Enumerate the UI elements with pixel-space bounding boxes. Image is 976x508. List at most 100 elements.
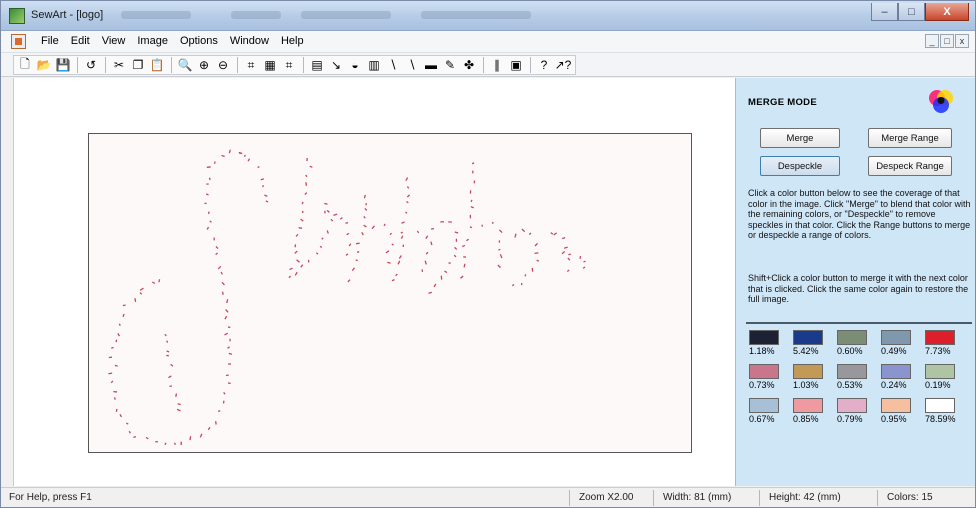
color-swatch-button[interactable]: 0.60%	[837, 330, 867, 356]
color-swatch-button[interactable]: 0.73%	[749, 364, 779, 390]
merge-tool-button[interactable]: ▥	[365, 56, 383, 74]
maximize-button[interactable]: □	[898, 3, 925, 21]
stitch-mark	[563, 246, 568, 249]
stitch-mark	[568, 253, 572, 256]
menu-options[interactable]: Options	[174, 35, 224, 47]
eraser-tool-button[interactable]: ▬	[422, 56, 440, 74]
context-help-tool-button[interactable]: ↗?	[554, 56, 572, 74]
color-swatch-button[interactable]: 1.18%	[749, 330, 779, 356]
stitch-mark	[225, 309, 229, 313]
despeck-range-button[interactable]: Despeck Range	[868, 156, 952, 176]
color-swatch-button[interactable]: 1.03%	[793, 364, 823, 390]
open-tool-button[interactable]: 📂	[35, 56, 53, 74]
pen-icon: ∖	[389, 58, 397, 72]
mdi-minimize-button[interactable]: _	[925, 34, 939, 48]
menu-window[interactable]: Window	[224, 35, 275, 47]
new-tool-button[interactable]: 🗋	[16, 56, 34, 74]
color-swatch-button[interactable]: 0.53%	[837, 364, 867, 390]
zoom-out-tool-button[interactable]: ⊖	[214, 56, 232, 74]
toolbar-separator	[483, 57, 484, 73]
paste-tool-button[interactable]: 📋	[148, 56, 166, 74]
help-tool-button[interactable]: ?	[535, 56, 553, 74]
menu-image[interactable]: Image	[131, 35, 174, 47]
color-chip	[837, 364, 867, 379]
save-tool-button[interactable]: 💾	[54, 56, 72, 74]
color-swatch-button[interactable]: 0.95%	[881, 398, 911, 424]
stitch-mark	[397, 260, 401, 265]
color-swatch-button[interactable]: 78.59%	[925, 398, 956, 424]
color-swatch-button[interactable]: 0.85%	[793, 398, 823, 424]
color-swatch-button[interactable]: 0.24%	[881, 364, 911, 390]
copy-icon: ❐	[132, 58, 144, 72]
stitch-mark	[391, 279, 395, 282]
color-swatch-button[interactable]: 5.42%	[793, 330, 823, 356]
stitch-mark	[173, 442, 176, 445]
undo-tool-button[interactable]: ↺	[82, 56, 100, 74]
document-icon[interactable]	[11, 34, 26, 49]
grid-icon: ⌗	[285, 57, 293, 72]
menu-help[interactable]: Help	[275, 35, 310, 47]
resize-icon: ▦	[264, 58, 276, 72]
color-swatch-button[interactable]: 0.19%	[925, 364, 955, 390]
stitch-mark	[175, 393, 178, 398]
posterize-tool-button[interactable]: ▤	[308, 56, 326, 74]
toolbar-separator	[237, 57, 238, 73]
color-swatch-button[interactable]: 0.79%	[837, 398, 867, 424]
stitch-mark	[470, 205, 474, 209]
despeckle-button[interactable]: Despeckle	[760, 156, 840, 176]
copy-tool-button[interactable]: ❐	[129, 56, 147, 74]
menu-file[interactable]: File	[35, 35, 65, 47]
zoom-fit-tool-button[interactable]: 🔍	[176, 56, 194, 74]
stitch-mark	[265, 200, 269, 203]
stitch-mark	[139, 292, 143, 295]
stitch-tool-button[interactable]: ✤	[460, 56, 478, 74]
crop-tool-button[interactable]: ⌗	[242, 56, 260, 74]
stitch-mark	[199, 433, 203, 438]
stitch-mark	[383, 223, 386, 227]
fill-tool-button[interactable]: ◒	[346, 56, 364, 74]
resize-tool-button[interactable]: ▦	[261, 56, 279, 74]
stitch-mark	[115, 339, 118, 343]
color-chip	[881, 330, 911, 345]
sewing-machine-tool-button[interactable]: ▣	[507, 56, 525, 74]
color-swatch-button[interactable]: 0.49%	[881, 330, 911, 356]
stitch-mark	[536, 259, 540, 262]
stitch-mark	[139, 287, 144, 291]
grid-tool-button[interactable]: ⌗	[280, 56, 298, 74]
merge-button[interactable]: Merge	[760, 128, 840, 148]
image-canvas[interactable]	[88, 133, 692, 453]
stitch-mark	[363, 194, 366, 199]
title-bar[interactable]: SewArt - [logo] – □ X	[1, 1, 975, 31]
zoom-in-tool-button[interactable]: ⊕	[195, 56, 213, 74]
stitch-mark	[355, 242, 360, 245]
color-chip	[925, 330, 955, 345]
minimize-button[interactable]: –	[871, 3, 898, 21]
canvas-area[interactable]	[13, 78, 735, 486]
mdi-close-button[interactable]: x	[955, 34, 969, 48]
columns-tool-button[interactable]: ∥	[488, 56, 506, 74]
stitch-mark	[466, 238, 470, 242]
cut-icon: ✂	[113, 58, 125, 72]
stitch-mark	[221, 154, 225, 157]
context-help-icon: ↗?	[554, 58, 572, 72]
color-swatch-button[interactable]: 0.67%	[749, 398, 779, 424]
menu-edit[interactable]: Edit	[65, 35, 96, 47]
cut-tool-button[interactable]: ✂	[110, 56, 128, 74]
close-button[interactable]: X	[925, 3, 969, 21]
pencil-tool-button[interactable]: ✎	[441, 56, 459, 74]
mdi-restore-button[interactable]: □	[940, 34, 954, 48]
wand-tool-button[interactable]: ↘	[327, 56, 345, 74]
status-colors: Colors: 15	[887, 492, 933, 503]
pen-tool-button[interactable]: ∖	[384, 56, 402, 74]
color-chip	[837, 398, 867, 413]
save-icon: 💾	[55, 58, 71, 72]
menu-view[interactable]: View	[96, 35, 132, 47]
merge-range-button[interactable]: Merge Range	[868, 128, 952, 148]
line-tool-button[interactable]: ∖	[403, 56, 421, 74]
color-swatch-button[interactable]: 7.73%	[925, 330, 955, 356]
stitch-mark	[345, 253, 349, 256]
status-height: Height: 42 (mm)	[769, 492, 841, 503]
stitch-mark	[400, 235, 404, 239]
stitch-mark	[164, 333, 167, 337]
toolbar: 🗋 📂 💾 ↺ ✂ ❐ 📋 🔍 ⊕ ⊖ ⌗ ▦ ⌗ ▤ ↘ ◒ ▥ ∖ ∖ ▬ ✎ ✤ ∥ ▣? ↗?	[1, 53, 975, 77]
